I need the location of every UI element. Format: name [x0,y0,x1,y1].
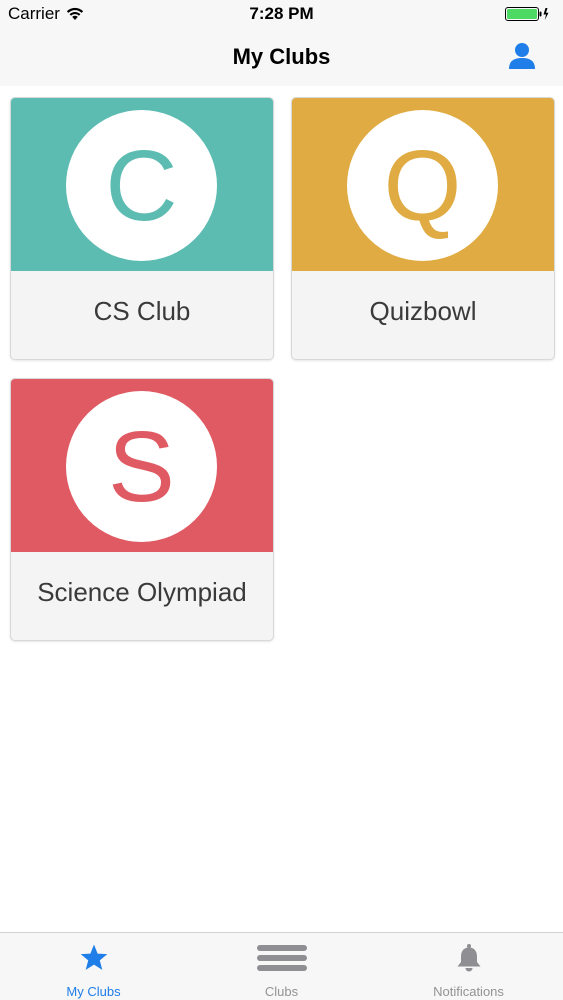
battery-icon [505,7,549,21]
navigation-bar: My Clubs [0,28,563,86]
club-banner: C [11,98,273,271]
tab-bar: My Clubs Clubs Notifications [0,932,563,1000]
club-name: CS Club [93,296,191,326]
tab-label: Notifications [433,984,504,999]
club-initial: Q [383,129,462,242]
clock: 7:28 PM [249,4,314,23]
bell-icon [457,944,480,972]
club-card-cs-club[interactable]: C CS Club [10,97,274,360]
tab-label: Clubs [264,984,299,999]
club-name: Science Olympiad [37,577,247,607]
club-initial: S [108,410,175,523]
app-screen: Carrier 7:28 PM My Clubs C CS Club Q Qui… [0,0,563,1000]
list-icon [256,945,307,971]
tab-label: My Clubs [66,984,121,999]
club-banner: Q [292,98,554,271]
status-bar: Carrier 7:28 PM [0,0,563,28]
tab-clubs[interactable]: Clubs [188,933,375,1000]
club-banner: S [11,379,273,552]
tab-my-clubs[interactable]: My Clubs [0,933,187,1000]
club-logo: S [66,391,217,542]
club-card-quizbowl[interactable]: Q Quizbowl [291,97,555,360]
person-icon[interactable] [507,41,537,71]
page-title: My Clubs [232,44,331,69]
club-name: Quizbowl [369,296,477,326]
club-initial: C [105,129,178,242]
club-card-science-olympiad[interactable]: S Science Olympiad [10,378,274,641]
club-logo: C [66,110,217,261]
club-logo: Q [347,110,498,261]
star-icon [80,944,107,970]
tab-notifications[interactable]: Notifications [375,933,562,1000]
